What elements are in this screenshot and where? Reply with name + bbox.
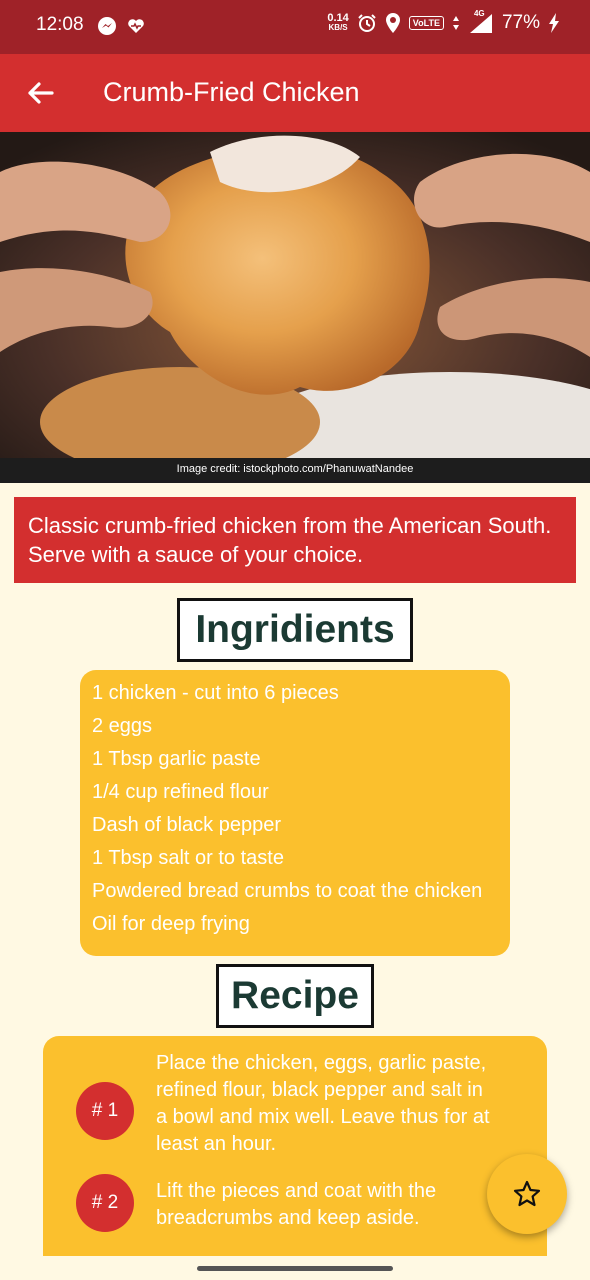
page-title: Crumb-Fried Chicken — [103, 77, 360, 107]
ingredients-list[interactable]: 1 chicken - cut into 6 pieces 2 eggs 1 T… — [80, 670, 510, 956]
hero-image: Image credit: istockphoto.com/PhanuwatNa… — [0, 132, 590, 483]
location-icon — [385, 13, 400, 33]
volte-badge: VoLTE — [408, 16, 444, 30]
step-number-badge: # 1 — [76, 1082, 134, 1140]
messenger-icon — [98, 17, 116, 35]
data-arrows-icon — [452, 16, 459, 30]
status-right: 0.14 KB/S VoLTE 4G 77% — [327, 9, 560, 34]
notification-icons — [97, 16, 145, 36]
step-number-badge: # 2 — [76, 1174, 134, 1232]
back-button[interactable] — [24, 76, 58, 110]
ingredient-item: 1 Tbsp salt or to taste — [92, 847, 284, 869]
alarm-icon — [358, 14, 376, 32]
recipe-description: Classic crumb-fried chicken from the Ame… — [14, 497, 576, 583]
net-speed: 0.14 KB/S — [327, 13, 348, 33]
app-bar: Crumb-Fried Chicken — [0, 54, 590, 132]
favorite-button[interactable] — [487, 1154, 567, 1234]
step-text: Place the chicken, eggs, garlic paste, r… — [156, 1052, 490, 1155]
ingredient-item: Dash of black pepper — [92, 814, 282, 836]
ingredient-item: 1/4 cup refined flour — [92, 781, 269, 803]
recipe-steps[interactable]: # 1 Place the chicken, eggs, garlic past… — [43, 1036, 547, 1266]
ingredient-item: Oil for deep frying — [92, 913, 250, 935]
battery-level: 77% — [501, 12, 540, 33]
arrow-left-icon — [28, 82, 54, 104]
image-credit-bar: Image credit: istockphoto.com/PhanuwatNa… — [0, 458, 590, 483]
health-heart-icon — [128, 19, 144, 33]
image-credit: Image credit: istockphoto.com/PhanuwatNa… — [176, 463, 414, 475]
home-gesture-handle[interactable] — [197, 1266, 393, 1271]
ingredient-item: 1 chicken - cut into 6 pieces — [92, 682, 339, 704]
ingredient-item: Powdered bread crumbs to coat the chicke… — [92, 880, 483, 902]
ingredient-item: 2 eggs — [92, 715, 153, 737]
fried-chicken-photo — [0, 132, 590, 483]
charging-icon — [549, 13, 559, 33]
step-text: Lift the pieces and coat with the breadc… — [156, 1180, 437, 1229]
recipe-heading: Recipe — [216, 964, 374, 1028]
network-type: 4G — [473, 9, 485, 18]
status-time: 12:08 — [36, 14, 84, 35]
status-bar: 12:08 0.14 KB/S VoLTE 4G 77% — [0, 0, 590, 54]
signal-strength: 4G — [468, 9, 494, 34]
ingredient-item: 1 Tbsp garlic paste — [92, 748, 261, 770]
star-outline-icon — [513, 1180, 541, 1207]
ingredients-heading: Ingridients — [177, 598, 413, 662]
net-speed-unit: KB/S — [328, 23, 348, 32]
navigation-bar — [0, 1256, 590, 1280]
